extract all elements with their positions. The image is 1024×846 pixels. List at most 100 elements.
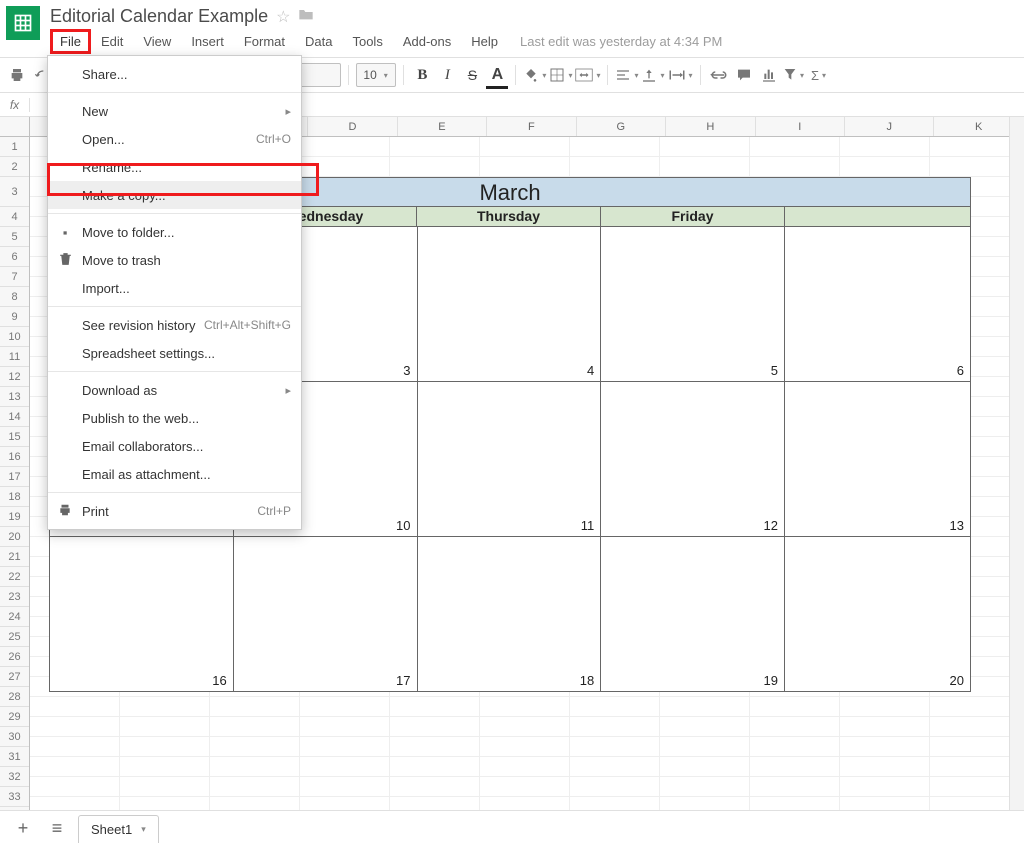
row-header[interactable]: 12 [0,367,29,387]
folder-icon[interactable] [298,7,314,26]
select-all-corner[interactable] [0,117,30,136]
col-header[interactable]: I [756,117,845,136]
menu-addons[interactable]: Add-ons [393,31,461,52]
row-header[interactable]: 8 [0,287,29,307]
wrap-icon[interactable]: ▾ [668,63,693,87]
row-header[interactable]: 28 [0,687,29,707]
menu-import[interactable]: Import... [48,274,301,302]
menu-help[interactable]: Help [461,31,508,52]
row-header[interactable]: 5 [0,227,29,247]
row-header[interactable]: 33 [0,787,29,807]
menu-rename[interactable]: Rename... [48,153,301,181]
all-sheets-button[interactable]: ≡ [44,816,70,842]
menu-download-as[interactable]: Download as▸ [48,376,301,404]
row-header[interactable]: 11 [0,347,29,367]
row-header[interactable]: 29 [0,707,29,727]
strike-icon[interactable]: S [461,63,483,87]
row-header[interactable]: 20 [0,527,29,547]
menu-make-copy[interactable]: Make a copy... [48,181,301,209]
col-header[interactable]: D [308,117,397,136]
col-header[interactable]: J [845,117,934,136]
doc-title[interactable]: Editorial Calendar Example [50,6,268,27]
row-header[interactable]: 18 [0,487,29,507]
row-header[interactable]: 22 [0,567,29,587]
col-header[interactable]: E [398,117,487,136]
menu-edit[interactable]: Edit [91,31,133,52]
row-header[interactable]: 15 [0,427,29,447]
row-header[interactable]: 2 [0,157,29,177]
calendar-cell[interactable]: 19 [601,537,785,692]
menu-data[interactable]: Data [295,31,342,52]
v-align-icon[interactable]: ▾ [641,63,664,87]
menu-new[interactable]: New▸ [48,97,301,125]
row-header[interactable]: 21 [0,547,29,567]
calendar-cell[interactable]: 5 [601,227,785,382]
functions-icon[interactable]: Σ▾ [808,63,830,87]
row-header[interactable]: 3 [0,177,29,207]
filter-icon[interactable]: ▾ [783,63,805,87]
col-header[interactable]: F [487,117,576,136]
col-header[interactable]: G [577,117,666,136]
menu-publish-web[interactable]: Publish to the web... [48,404,301,432]
calendar-cell[interactable]: 18 [418,537,602,692]
calendar-cell[interactable]: 6 [785,227,971,382]
row-header[interactable]: 10 [0,327,29,347]
row-header[interactable]: 25 [0,627,29,647]
menu-spreadsheet-settings[interactable]: Spreadsheet settings... [48,339,301,367]
row-header[interactable]: 1 [0,137,29,157]
print-icon[interactable] [6,63,28,87]
menu-move-folder[interactable]: ▪Move to folder... [48,218,301,246]
menu-revision-history[interactable]: See revision historyCtrl+Alt+Shift+G [48,311,301,339]
row-header[interactable]: 16 [0,447,29,467]
row-header[interactable]: 17 [0,467,29,487]
row-header[interactable]: 14 [0,407,29,427]
h-align-icon[interactable]: ▾ [615,63,638,87]
sheet-tab[interactable]: Sheet1▾ [78,815,159,843]
row-header[interactable]: 23 [0,587,29,607]
merge-cells-icon[interactable]: ▾ [575,63,600,87]
menu-email-attachment[interactable]: Email as attachment... [48,460,301,488]
row-header[interactable]: 4 [0,207,29,227]
text-color-icon[interactable]: A [486,63,508,87]
row-header[interactable]: 32 [0,767,29,787]
chart-icon[interactable] [758,63,780,87]
calendar-cell[interactable]: 12 [601,382,785,537]
row-header[interactable]: 24 [0,607,29,627]
row-header[interactable]: 9 [0,307,29,327]
menu-view[interactable]: View [133,31,181,52]
vertical-scrollbar[interactable] [1009,117,1024,837]
row-header[interactable]: 6 [0,247,29,267]
menu-open[interactable]: Open...Ctrl+O [48,125,301,153]
calendar-cell[interactable]: 4 [418,227,602,382]
menu-format[interactable]: Format [234,31,295,52]
row-header[interactable]: 13 [0,387,29,407]
menu-tools[interactable]: Tools [342,31,392,52]
bold-icon[interactable]: B [411,63,433,87]
calendar-cell[interactable]: 16 [49,537,234,692]
menu-insert[interactable]: Insert [181,31,234,52]
menu-print[interactable]: PrintCtrl+P [48,497,301,525]
menu-file[interactable]: File [50,29,91,54]
fill-color-icon[interactable]: ▾ [523,63,546,87]
add-sheet-button[interactable]: + [10,816,36,842]
calendar-cell[interactable]: 13 [785,382,971,537]
row-header[interactable]: 27 [0,667,29,687]
calendar-cell[interactable]: 17 [234,537,418,692]
row-header[interactable]: 26 [0,647,29,667]
star-icon[interactable]: ☆ [276,7,290,27]
calendar-cell[interactable]: 20 [785,537,971,692]
italic-icon[interactable]: I [436,63,458,87]
menu-move-trash[interactable]: Move to trash [48,246,301,274]
row-header[interactable]: 30 [0,727,29,747]
col-header[interactable]: H [666,117,755,136]
row-header[interactable]: 31 [0,747,29,767]
borders-icon[interactable]: ▾ [549,63,572,87]
font-size-select[interactable]: 10▾ [356,63,396,87]
row-header[interactable]: 7 [0,267,29,287]
calendar-cell[interactable]: 11 [418,382,602,537]
link-icon[interactable] [708,63,730,87]
comment-icon[interactable] [733,63,755,87]
menu-email-collaborators[interactable]: Email collaborators... [48,432,301,460]
menu-share[interactable]: Share... [48,60,301,88]
row-header[interactable]: 19 [0,507,29,527]
